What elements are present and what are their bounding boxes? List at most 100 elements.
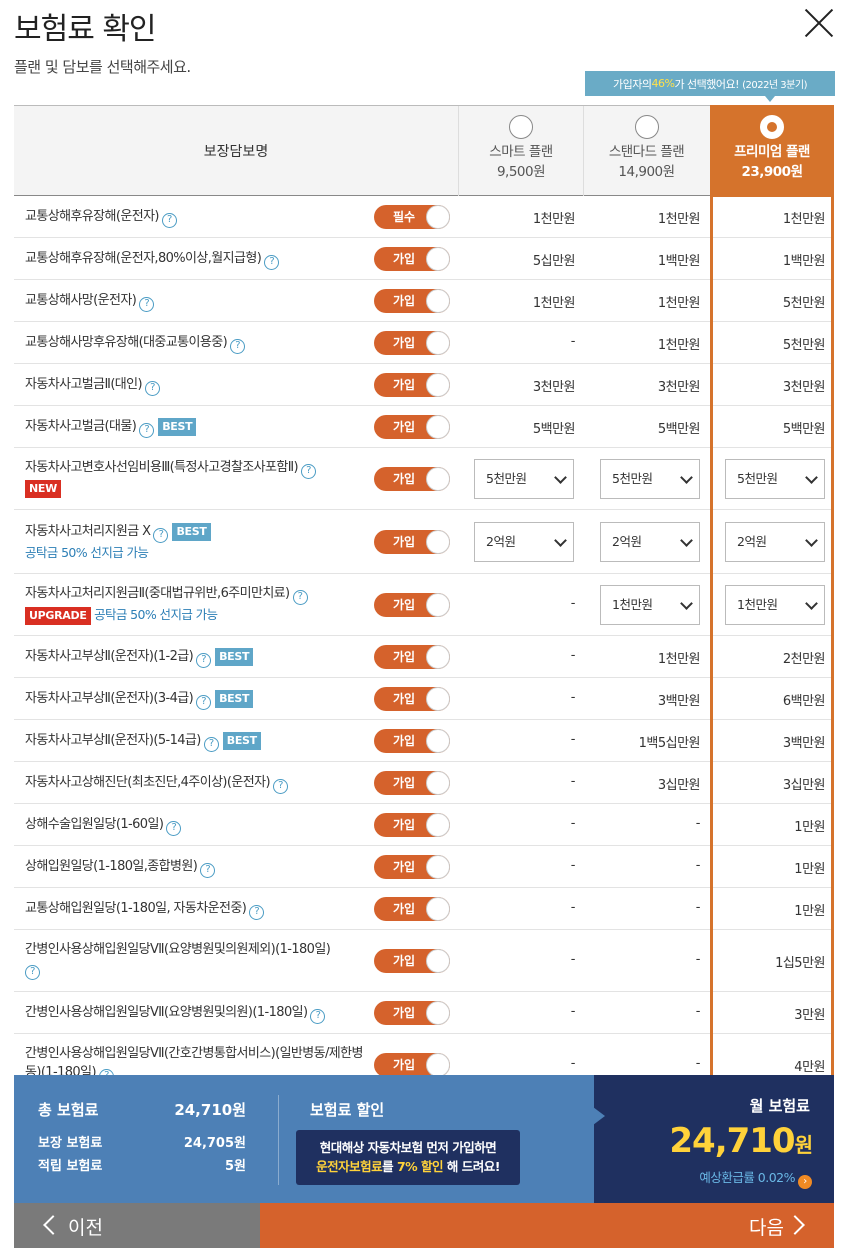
coverage-name: 자동차사고부상Ⅱ(운전자)(3-4급)? BEST — [25, 689, 370, 710]
coverage-toggle[interactable]: 가입 — [374, 530, 450, 554]
next-button[interactable]: 다음 — [260, 1203, 834, 1248]
coverage-toggle[interactable]: 가입 — [374, 373, 450, 397]
help-icon[interactable]: ? — [230, 338, 246, 354]
standard-value: 5백만원 — [657, 422, 701, 437]
standard-amount-select[interactable]: 1천만원 — [600, 585, 700, 625]
coverage-toggle[interactable]: 가입 — [374, 289, 450, 313]
toggle-label: 가입 — [392, 252, 416, 266]
radio-selected-icon[interactable] — [760, 115, 784, 139]
close-icon[interactable] — [804, 8, 834, 38]
help-icon[interactable]: ? — [310, 1008, 326, 1024]
monthly-premium-value: 24,710원 — [669, 1121, 813, 1161]
best-badge: BEST — [172, 523, 211, 541]
premium-value: 1만원 — [794, 820, 825, 835]
premium-value: 1천만원 — [782, 212, 826, 227]
help-icon[interactable]: ? — [139, 422, 155, 438]
standard-amount-select[interactable]: 2억원 — [600, 522, 700, 562]
help-icon[interactable]: ? — [161, 212, 177, 228]
monthly-unit: 원 — [794, 1133, 813, 1157]
help-icon[interactable]: ? — [153, 527, 169, 543]
coverage-toggle[interactable]: 가입 — [374, 247, 450, 271]
tooltip-text-post: 가 선택했어요! — [674, 77, 740, 91]
coverage-toggle[interactable]: 필수 — [374, 205, 450, 229]
radio-icon[interactable] — [509, 115, 533, 139]
premium-amount-select[interactable]: 2억원 — [725, 522, 825, 562]
standard-value: 1백5십만원 — [638, 736, 701, 751]
premium-value: 1만원 — [794, 862, 825, 877]
help-icon[interactable]: ? — [292, 589, 308, 605]
plan-standard-option[interactable]: 스탠다드 플랜 14,900원 — [584, 106, 709, 196]
help-icon[interactable]: ? — [166, 820, 182, 836]
prev-button[interactable]: 이전 — [14, 1203, 260, 1248]
standard-value: 3십만원 — [657, 778, 701, 793]
premium-value: 4만원 — [794, 1060, 825, 1075]
plan-premium-option[interactable]: 프리미엄 플랜 23,900원 — [710, 105, 834, 197]
table-row: 자동차사고부상Ⅱ(운전자)(5-14급)? BEST 가입 - 1백5십만원 3백… — [14, 720, 834, 762]
toggle-knob — [426, 771, 450, 795]
help-icon[interactable]: ? — [144, 380, 160, 396]
plan-popularity-tooltip: 가입자의 46% 가 선택했어요! (2022년 3분기) — [585, 71, 835, 102]
toggle-label: 가입 — [392, 472, 416, 486]
coverage-toggle[interactable]: 가입 — [374, 331, 450, 355]
standard-amount-select[interactable]: 5천만원 — [600, 459, 700, 499]
help-icon[interactable]: ? — [196, 694, 212, 710]
coverage-toggle[interactable]: 가입 — [374, 729, 450, 753]
smart-value: - — [570, 732, 576, 747]
premium-amount-select[interactable]: 1천만원 — [725, 585, 825, 625]
premium-value: 5백만원 — [782, 422, 826, 437]
toggle-label: 가입 — [392, 954, 416, 968]
coverage-toggle[interactable]: 가입 — [374, 687, 450, 711]
plan-smart-option[interactable]: 스마트 플랜 9,500원 — [459, 106, 584, 196]
monthly-premium-box: 월 보험료 24,710원 예상환급률 0.02% › — [593, 1075, 834, 1203]
coverage-toggle[interactable]: 가입 — [374, 467, 450, 491]
total-premium-label: 총 보험료 — [38, 1101, 99, 1119]
discount-banner: 현대해상 자동차보험 먼저 가입하면 운전자보험료를 7% 할인 해 드려요! — [296, 1130, 520, 1185]
help-icon[interactable]: ? — [301, 463, 317, 479]
coverage-label: 간병인사용상해입원일당Ⅶ(간호간병통합서비스)(일반병동/제한병동)(1-180… — [25, 1046, 363, 1075]
new-badge: NEW — [25, 479, 61, 498]
refund-rate-link[interactable]: 예상환급률 0.02% › — [699, 1167, 812, 1189]
chevron-down-icon — [805, 471, 818, 484]
help-icon[interactable]: ? — [249, 904, 265, 920]
coverage-toggle[interactable]: 가입 — [374, 771, 450, 795]
coverage-label: 간병인사용상해입원일당Ⅶ(요양병원및의원)(1-180일) — [25, 1005, 308, 1020]
smart-amount-select[interactable]: 5천만원 — [474, 459, 574, 499]
coverage-toggle[interactable]: 가입 — [374, 855, 450, 879]
coverage-toggle[interactable]: 가입 — [374, 897, 450, 921]
chevron-down-icon — [554, 471, 567, 484]
help-icon[interactable]: ? — [200, 862, 216, 878]
smart-amount-select[interactable]: 2억원 — [474, 522, 574, 562]
coverage-label: 자동차사고상해진단(최초진단,4주이상)(운전자) — [25, 775, 271, 790]
smart-value: - — [570, 1056, 576, 1071]
coverage-toggle[interactable]: 가입 — [374, 813, 450, 837]
premium-amount-select[interactable]: 5천만원 — [725, 459, 825, 499]
toggle-label: 가입 — [392, 294, 416, 308]
help-icon[interactable]: ? — [139, 296, 155, 312]
coverage-toggle[interactable]: 가입 — [374, 593, 450, 617]
coverage-toggle[interactable]: 가입 — [374, 949, 450, 973]
smart-value: - — [570, 648, 576, 663]
coverage-toggle[interactable]: 가입 — [374, 1001, 450, 1025]
chevron-down-icon — [805, 597, 818, 610]
coverage-name: 자동차사고벌금(대물)? BEST — [25, 417, 370, 438]
help-icon[interactable]: ? — [264, 254, 280, 270]
coverage-label: 교통상해후유장해(운전자,80%이상,월지급형) — [25, 251, 262, 266]
toggle-knob — [426, 373, 450, 397]
toggle-knob — [426, 530, 450, 554]
chevron-down-icon — [680, 597, 693, 610]
toggle-label: 가입 — [392, 692, 416, 706]
help-icon[interactable]: ? — [203, 736, 219, 752]
help-icon[interactable]: ? — [196, 652, 212, 668]
coverage-toggle[interactable]: 가입 — [374, 645, 450, 669]
standard-value: 1천만원 — [657, 296, 701, 311]
coverage-toggle[interactable]: 가입 — [374, 1053, 450, 1075]
radio-icon[interactable] — [634, 115, 659, 139]
coverage-toggle[interactable]: 가입 — [374, 415, 450, 439]
toggle-knob — [426, 1053, 450, 1075]
help-icon[interactable]: ? — [25, 964, 40, 980]
toggle-label: 가입 — [392, 776, 416, 790]
page-title: 보험료 확인 — [14, 12, 157, 47]
coverage-label: 교통상해사망후유장해(대중교통이용중) — [25, 335, 228, 350]
help-icon[interactable]: ? — [272, 778, 288, 794]
table-row: 자동차사고벌금(대물)? BEST 가입 5백만원 5백만원 5백만원 — [14, 406, 834, 448]
